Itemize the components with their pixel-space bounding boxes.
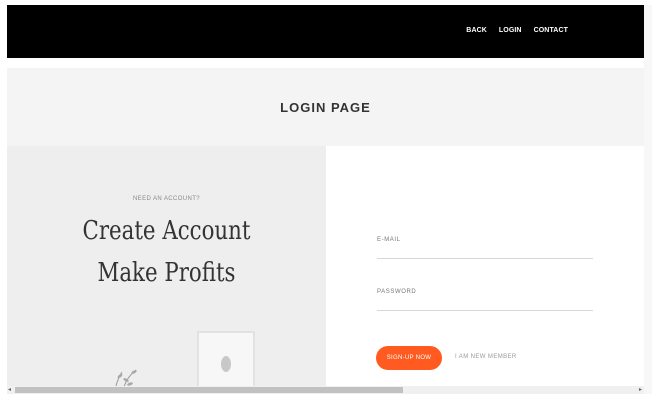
picture-frame-decoration — [197, 331, 255, 394]
triangle-right-icon[interactable]: ▸ — [639, 386, 642, 394]
password-label: PASSWORD — [377, 289, 417, 295]
headline-line-2: Make Profits — [97, 258, 236, 288]
email-field[interactable] — [377, 244, 593, 259]
need-account-eyebrow: NEED AN ACCOUNT? — [132, 196, 201, 202]
password-field[interactable] — [377, 296, 593, 311]
signup-promo-panel: NEED AN ACCOUNT? Create Account Make Pro… — [7, 146, 326, 394]
headline-line-1: Create Account — [82, 216, 251, 246]
browser-viewport: BACK LOGIN CONTACT LOGIN PAGE NEED AN AC… — [7, 5, 644, 394]
top-navigation-bar: BACK LOGIN CONTACT — [7, 5, 644, 58]
scrollbar-thumb[interactable] — [15, 387, 403, 393]
signup-button[interactable]: SIGN-UP NOW — [376, 346, 442, 370]
nav-login-link[interactable]: LOGIN — [499, 27, 522, 34]
main-nav: BACK LOGIN CONTACT — [466, 27, 568, 34]
email-label: E-MAIL — [377, 237, 401, 243]
nav-contact-link[interactable]: CONTACT — [534, 27, 568, 34]
nav-back-link[interactable]: BACK — [466, 27, 487, 34]
page-title: LOGIN PAGE — [280, 100, 371, 115]
promo-headline: Create Account Make Profits — [7, 210, 326, 294]
horizontal-scrollbar[interactable]: ◂ ▸ — [7, 386, 644, 394]
new-member-link[interactable]: I AM NEW MEMBER — [455, 354, 517, 360]
picture-frame-oval — [221, 356, 231, 372]
login-form-panel: E-MAIL PASSWORD SIGN-UP NOW I AM NEW MEM… — [326, 146, 644, 394]
page-header: LOGIN PAGE — [7, 68, 644, 146]
vertical-scrollbar-track[interactable] — [644, 5, 652, 394]
triangle-left-icon[interactable]: ◂ — [8, 386, 11, 394]
